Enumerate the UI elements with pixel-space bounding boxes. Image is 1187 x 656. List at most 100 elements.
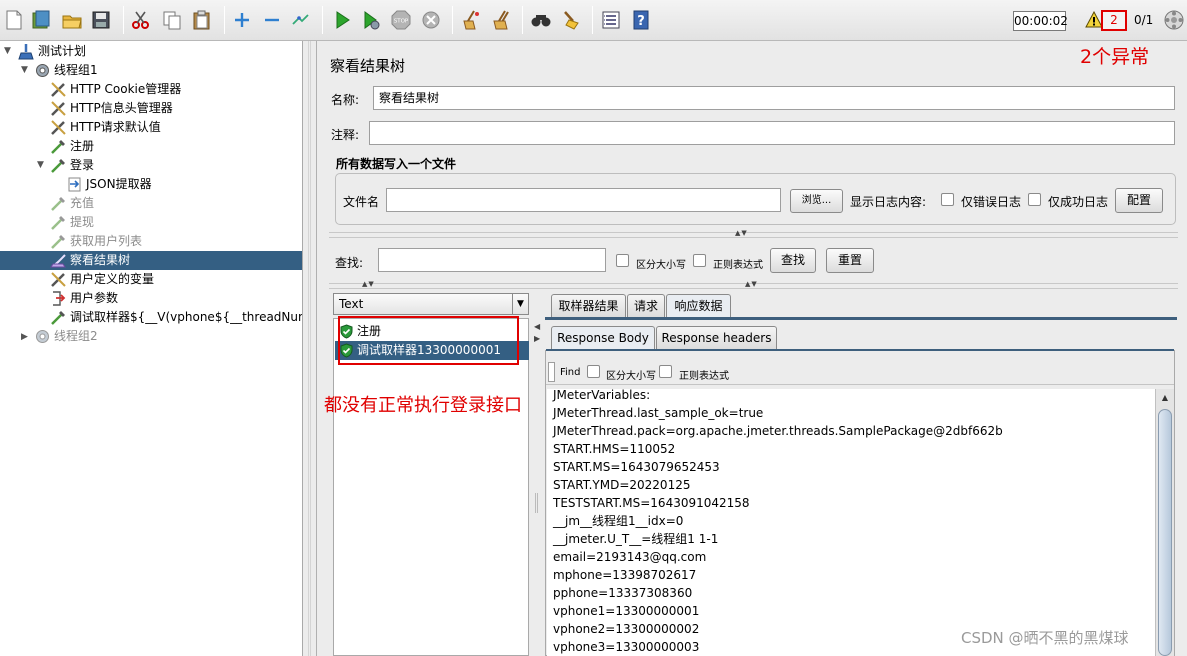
tree-collapse-toggle[interactable]: ▼ <box>21 65 28 75</box>
templates-icon[interactable] <box>30 9 52 31</box>
copy-icon[interactable] <box>161 9 183 31</box>
collapse-icon[interactable] <box>261 9 283 31</box>
tree-node-label: 登录 <box>70 158 95 172</box>
start-icon[interactable] <box>331 9 353 31</box>
stop-icon[interactable]: STOP <box>390 9 412 31</box>
gear-icon <box>34 328 51 345</box>
tree-node-json-extractor[interactable]: JSON提取器 <box>66 175 286 194</box>
tree-expand-toggle[interactable]: ▶ <box>21 332 28 342</box>
tree-node-header-manager[interactable]: HTTP信息头管理器 <box>50 99 290 118</box>
tree-node-register[interactable]: 注册 <box>50 137 290 156</box>
horizontal-splitter[interactable] <box>329 232 1178 238</box>
tree-node-test-plan[interactable]: 测试计划 <box>18 42 218 61</box>
main-splitter[interactable] <box>303 41 317 656</box>
name-field[interactable]: 察看结果树 <box>373 86 1175 110</box>
tree-node-user-list[interactable]: 获取用户列表 <box>50 232 290 251</box>
errors-only-label: 仅错误日志 <box>961 195 1022 209</box>
response-scrollbar[interactable]: ▲ <box>1155 389 1174 656</box>
clear-all-icon[interactable] <box>490 9 512 31</box>
splitter-arrows[interactable]: ▲▼ <box>745 280 758 288</box>
filename-label: 文件名 <box>343 195 380 209</box>
response-line: JMeterThread.pack=org.apache.jmeter.thre… <box>553 424 1003 438</box>
paste-icon[interactable] <box>191 9 213 31</box>
tree-node-user-defined-variables[interactable]: 用户定义的变量 <box>50 270 290 289</box>
errors-only-checkbox[interactable] <box>941 193 954 206</box>
tree-collapse-toggle[interactable]: ▼ <box>4 46 11 56</box>
collapse-right-icon[interactable]: ▶ <box>534 334 541 343</box>
tab-sampler-result[interactable]: 取样器结果 <box>551 294 626 317</box>
response-case-checkbox[interactable] <box>587 365 600 378</box>
sample-result-list[interactable]: 注册 调试取样器13300000001 <box>333 318 529 656</box>
help-icon[interactable]: ? <box>630 9 652 31</box>
tree-node-request-defaults[interactable]: HTTP请求默认值 <box>50 118 290 137</box>
comment-field[interactable] <box>369 121 1175 145</box>
cut-icon[interactable] <box>130 9 152 31</box>
chevron-down-icon[interactable]: ▼ <box>512 294 528 314</box>
regex-label: 正则表达式 <box>713 260 763 271</box>
start-no-pause-icon[interactable] <box>360 9 382 31</box>
new-icon[interactable] <box>3 9 25 31</box>
regex-checkbox[interactable] <box>693 254 706 267</box>
tab-request[interactable]: 请求 <box>627 294 665 317</box>
expand-icon[interactable] <box>231 9 253 31</box>
svg-text:?: ? <box>637 14 645 29</box>
response-find-input[interactable] <box>548 362 555 382</box>
error-count[interactable]: 2 <box>1101 10 1127 31</box>
tree-node-recharge[interactable]: 充值 <box>50 194 290 213</box>
result-splitter[interactable]: ◀ ▶ <box>530 318 544 656</box>
tab-response-data[interactable]: 响应数据 <box>666 294 731 317</box>
login-annotation: 都没有正常执行登录接口 <box>324 395 522 416</box>
test-plan-tree[interactable]: ▼ 测试计划 ▼ 线程组1 HTTP Cookie管理器 HTTP信息头管理器 … <box>0 41 303 656</box>
tree-node-debug-sampler[interactable]: 调试取样器${__V(vphone${__threadNum})} <box>50 308 302 327</box>
case-sensitive-label: 区分大小写 <box>636 260 686 271</box>
toggle-icon[interactable] <box>290 9 312 31</box>
wrench-icon <box>50 100 67 117</box>
reset-button[interactable]: 重置 <box>826 248 874 273</box>
shutdown-icon[interactable] <box>420 9 442 31</box>
tree-node-thread-group-1[interactable]: 线程组1 <box>34 61 234 80</box>
exceptions-annotation: 2个异常 <box>1080 46 1150 68</box>
scroll-up-icon[interactable]: ▲ <box>1158 391 1172 405</box>
renderer-select[interactable]: Text ▼ <box>333 293 529 315</box>
success-only-checkbox[interactable] <box>1028 193 1041 206</box>
tree-collapse-toggle[interactable]: ▼ <box>37 160 44 170</box>
subtab-response-headers[interactable]: Response headers <box>656 326 777 349</box>
search-field[interactable] <box>378 248 606 272</box>
splitter-arrows[interactable]: ▲▼ <box>362 280 375 288</box>
remote-engine-icon[interactable] <box>1163 9 1185 34</box>
response-regex-checkbox[interactable] <box>659 365 672 378</box>
case-sensitive-checkbox[interactable] <box>616 254 629 267</box>
response-body-text[interactable]: JMeterVariables: JMeterThread.last_sampl… <box>547 389 1155 656</box>
search-icon[interactable] <box>530 9 552 31</box>
tree-node-login[interactable]: 登录 <box>50 156 290 175</box>
response-line: mphone=13398702617 <box>553 568 697 582</box>
panel-title: 察看结果树 <box>330 57 406 75</box>
tree-node-thread-group-2[interactable]: 线程组2 <box>34 327 234 346</box>
configure-button[interactable]: 配置 <box>1115 188 1163 213</box>
subtab-response-body[interactable]: Response Body <box>551 326 655 349</box>
function-helper-icon[interactable] <box>600 9 622 31</box>
browse-button[interactable]: 浏览... <box>790 189 843 213</box>
save-icon[interactable] <box>90 9 112 31</box>
tree-node-cookie-manager[interactable]: HTTP Cookie管理器 <box>50 80 290 99</box>
response-line: vphone3=13300000003 <box>553 640 700 654</box>
tree-node-withdraw[interactable]: 提现 <box>50 213 290 232</box>
clear-icon[interactable] <box>460 9 482 31</box>
collapse-left-icon[interactable]: ◀ <box>534 322 541 331</box>
find-button[interactable]: 查找 <box>770 248 816 273</box>
pipette-icon <box>50 233 67 250</box>
tree-node-user-parameters[interactable]: 用户参数 <box>50 289 290 308</box>
splitter-arrows[interactable]: ▲▼ <box>735 229 748 237</box>
reset-search-icon[interactable] <box>560 9 582 31</box>
listener-icon <box>50 252 67 269</box>
response-find-label: Find <box>560 367 581 378</box>
write-to-file-title: 所有数据写入一个文件 <box>336 157 457 171</box>
filename-field[interactable] <box>386 188 781 212</box>
tree-node-label: JSON提取器 <box>86 177 152 191</box>
annotation-highlight-box <box>338 316 519 365</box>
tree-node-label: 线程组2 <box>54 329 98 343</box>
log-content-label: 显示日志内容: <box>850 195 927 209</box>
open-icon[interactable] <box>61 9 83 31</box>
scroll-thumb[interactable] <box>1158 409 1172 656</box>
tree-node-view-results-tree[interactable]: 察看结果树 <box>0 251 302 270</box>
